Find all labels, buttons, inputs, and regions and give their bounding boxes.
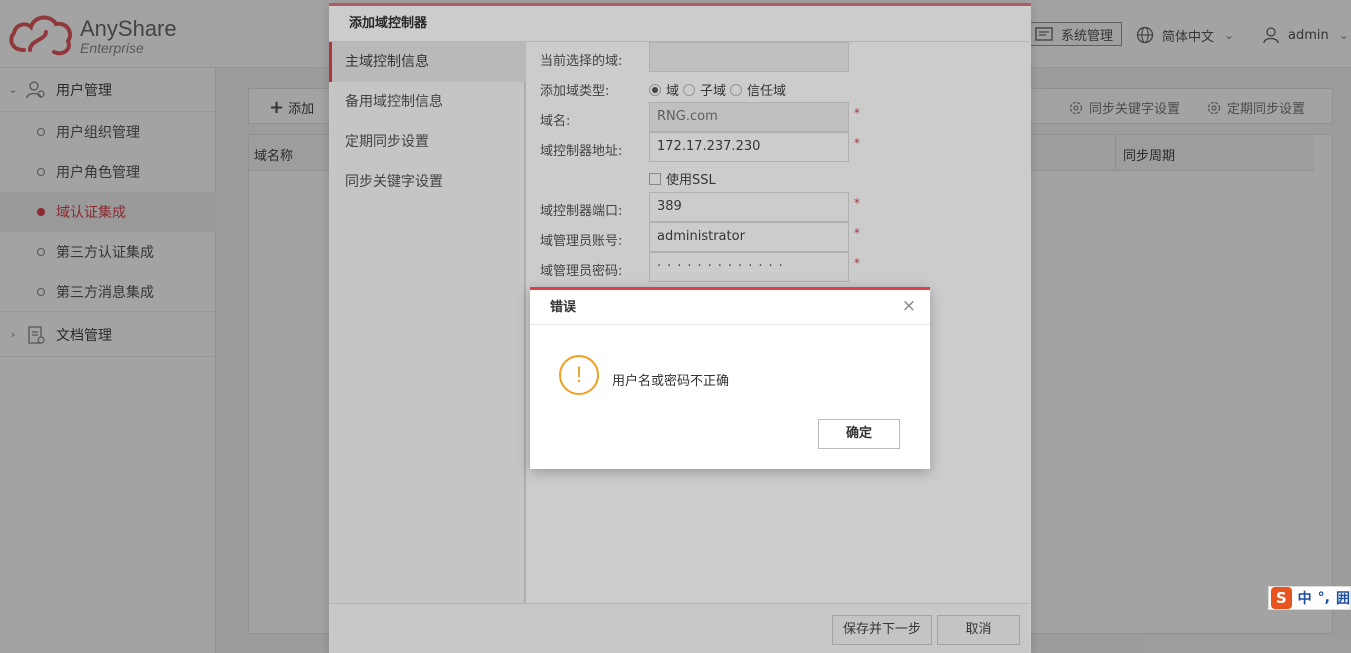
ime-punctuation[interactable]: °, [1318,590,1330,606]
ime-mode[interactable]: 中 [1298,588,1312,608]
ok-button[interactable]: 确定 [818,419,900,449]
close-icon[interactable]: × [902,297,916,315]
ime-extra[interactable]: 囲 [1336,588,1350,608]
error-dialog-title: 错误 [530,290,930,325]
error-message: 用户名或密码不正确 [612,374,730,389]
ime-toolbar[interactable]: S 中 °, 囲 [1268,586,1351,610]
error-dialog: 错误 × ! 用户名或密码不正确 确定 [530,287,930,469]
sogou-logo-icon: S [1271,587,1292,609]
warning-icon: ! [559,355,599,395]
